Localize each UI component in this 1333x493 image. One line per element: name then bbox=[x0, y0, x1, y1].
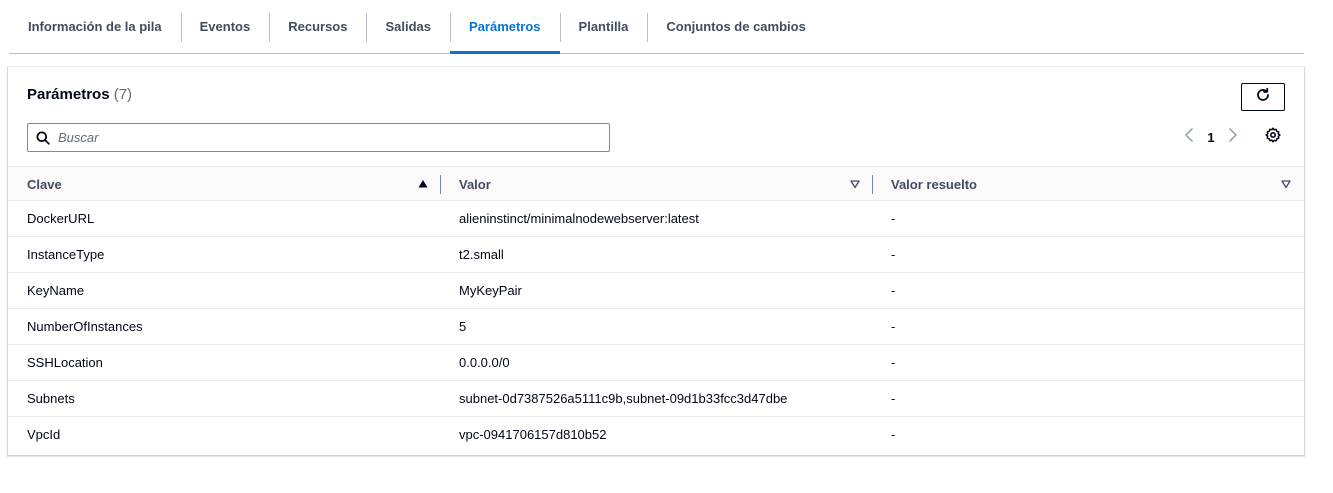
cell-key: DockerURL bbox=[27, 211, 95, 226]
cell-resolved-value: - bbox=[891, 247, 896, 262]
caret-down-icon bbox=[1281, 179, 1291, 189]
tab-label: Conjuntos de cambios bbox=[666, 19, 806, 34]
table-row: DockerURL alieninstinct/minimalnodewebse… bbox=[8, 201, 1304, 237]
cell-value: 0.0.0.0/0 bbox=[459, 355, 510, 370]
tab-events[interactable]: Eventos bbox=[180, 0, 270, 53]
tab-label: Plantilla bbox=[578, 19, 629, 34]
cell-key: InstanceType bbox=[27, 247, 105, 262]
cell-key: VpcId bbox=[27, 427, 61, 442]
search-input[interactable] bbox=[58, 130, 588, 145]
tab-stack-info[interactable]: Información de la pila bbox=[9, 0, 181, 53]
cell-value: subnet-0d7387526a5111c9b,subnet-09d1b33f… bbox=[459, 391, 788, 406]
tab-resources[interactable]: Recursos bbox=[269, 0, 366, 53]
search-icon bbox=[36, 131, 50, 145]
stack-tabs: Información de la pila Eventos Recursos … bbox=[9, 0, 1304, 54]
panel-title: Parámetros (7) bbox=[27, 86, 132, 103]
cell-resolved-value: - bbox=[891, 391, 896, 406]
table-row: InstanceType t2.small - bbox=[8, 237, 1304, 273]
table-row: VpcId vpc-0941706157d810b52 - bbox=[8, 417, 1304, 453]
cell-value: t2.small bbox=[459, 247, 504, 262]
tab-label: Salidas bbox=[385, 19, 431, 34]
column-header-label: Clave bbox=[27, 176, 62, 192]
tab-change-sets[interactable]: Conjuntos de cambios bbox=[647, 0, 824, 53]
previous-page-button[interactable] bbox=[1180, 125, 1198, 149]
column-header-resolved-value[interactable]: Valor resuelto bbox=[891, 167, 1291, 201]
refresh-button[interactable] bbox=[1241, 83, 1285, 111]
panel-title-text: Parámetros bbox=[27, 86, 110, 103]
tab-label: Parámetros bbox=[469, 19, 541, 34]
current-page-number[interactable]: 1 bbox=[1198, 130, 1224, 145]
refresh-icon bbox=[1255, 87, 1271, 108]
caret-up-filled-icon bbox=[418, 179, 428, 189]
stack-detail-page: Información de la pila Eventos Recursos … bbox=[0, 0, 1333, 493]
pagination: 1 bbox=[1180, 125, 1242, 149]
cell-key: Subnets bbox=[27, 391, 75, 406]
column-resizer[interactable] bbox=[440, 175, 441, 194]
panel-header: Parámetros (7) Buscar 1 bbox=[8, 67, 1304, 166]
table-row: Subnets subnet-0d7387526a5111c9b,subnet-… bbox=[8, 381, 1304, 417]
cell-value: vpc-0941706157d810b52 bbox=[459, 427, 607, 442]
chevron-left-icon bbox=[1184, 127, 1194, 148]
column-header-key[interactable]: Clave bbox=[27, 167, 437, 201]
cell-key: NumberOfInstances bbox=[27, 319, 143, 334]
cell-resolved-value: - bbox=[891, 427, 896, 442]
cell-value: alieninstinct/minimalnodewebserver:lates… bbox=[459, 211, 699, 226]
tab-label: Información de la pila bbox=[28, 19, 162, 34]
tab-label: Eventos bbox=[199, 19, 251, 34]
column-header-value[interactable]: Valor bbox=[459, 167, 869, 201]
tab-label: Recursos bbox=[288, 19, 348, 34]
preferences-button[interactable] bbox=[1263, 126, 1283, 148]
search-field bbox=[27, 123, 610, 152]
cell-resolved-value: - bbox=[891, 211, 896, 226]
parameters-panel: Parámetros (7) Buscar 1 Clave Valor Valo… bbox=[8, 67, 1304, 455]
cell-resolved-value: - bbox=[891, 283, 896, 298]
next-page-button[interactable] bbox=[1224, 125, 1242, 149]
parameter-count: (7) bbox=[113, 86, 133, 103]
tab-outputs[interactable]: Salidas bbox=[366, 0, 450, 53]
tab-template[interactable]: Plantilla bbox=[559, 0, 648, 53]
cell-resolved-value: - bbox=[891, 355, 896, 370]
table-row: SSHLocation 0.0.0.0/0 - bbox=[8, 345, 1304, 381]
tab-parameters[interactable]: Parámetros bbox=[450, 0, 560, 54]
cell-value: 5 bbox=[459, 319, 467, 334]
table-row: KeyName MyKeyPair - bbox=[8, 273, 1304, 309]
caret-down-icon bbox=[850, 179, 860, 189]
cell-value: MyKeyPair bbox=[459, 283, 522, 298]
gear-icon bbox=[1265, 126, 1281, 148]
chevron-right-icon bbox=[1228, 127, 1238, 148]
cell-key: KeyName bbox=[27, 283, 85, 298]
column-header-label: Valor bbox=[459, 176, 491, 192]
cell-key: SSHLocation bbox=[27, 355, 103, 370]
column-header-label: Valor resuelto bbox=[891, 176, 977, 192]
column-resizer[interactable] bbox=[872, 175, 873, 194]
table-row: NumberOfInstances 5 - bbox=[8, 309, 1304, 345]
cell-resolved-value: - bbox=[891, 319, 896, 334]
table-header: Clave Valor Valor resuelto bbox=[8, 166, 1304, 201]
